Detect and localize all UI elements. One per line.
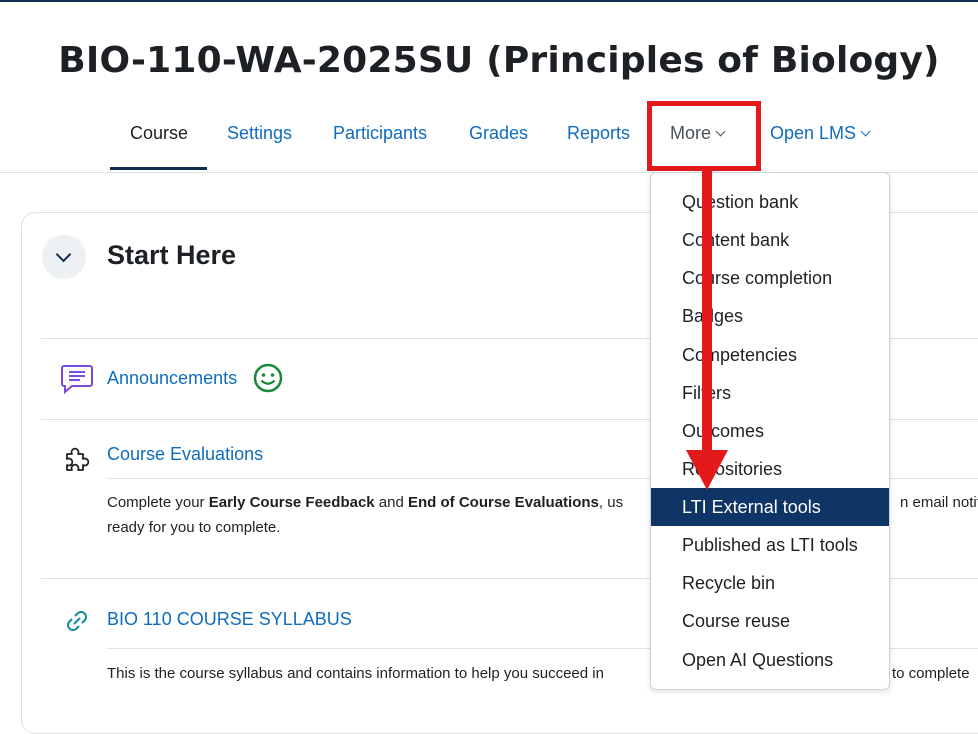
menu-item-content-bank[interactable]: Content bank <box>651 221 889 259</box>
menu-item-course-completion[interactable]: Course completion <box>651 259 889 297</box>
desc-bold-text: End of Course Evaluations <box>408 494 599 511</box>
syllabus-description-right: to complete <box>892 665 970 682</box>
menu-item-open-ai-questions[interactable]: Open AI Questions <box>651 641 889 679</box>
menu-item-published-as-lti-tools[interactable]: Published as LTI tools <box>651 526 889 564</box>
menu-item-outcomes[interactable]: Outcomes <box>651 412 889 450</box>
tab-grades[interactable]: Grades <box>449 100 548 170</box>
syllabus-link[interactable]: BIO 110 COURSE SYLLABUS <box>107 609 352 630</box>
section-title: Start Here <box>107 240 237 270</box>
tab-settings[interactable]: Settings <box>207 100 312 170</box>
smiley-completion-icon[interactable] <box>253 363 283 393</box>
more-dropdown-menu: Question bank Content bank Course comple… <box>650 172 890 690</box>
puzzle-piece-icon <box>66 447 90 471</box>
desc-text: and <box>374 494 409 511</box>
tab-reports-label: Reports <box>567 123 631 143</box>
announcements-link[interactable]: Announcements <box>107 368 237 389</box>
top-border <box>0 0 978 2</box>
tab-participants-label: Participants <box>333 123 428 143</box>
course-evaluations-description-right: n email notif <box>900 494 978 511</box>
menu-item-question-bank[interactable]: Question bank <box>651 183 889 221</box>
forum-icon <box>61 365 93 395</box>
collapse-section-button[interactable] <box>42 235 86 279</box>
menu-item-repositories[interactable]: Repositories <box>651 450 889 488</box>
menu-item-recycle-bin[interactable]: Recycle bin <box>651 564 889 602</box>
tab-open-lms[interactable]: Open LMS <box>750 100 889 170</box>
desc-bold-text: Early Course Feedback <box>208 494 375 511</box>
tab-settings-label: Settings <box>227 123 293 143</box>
course-evaluations-link[interactable]: Course Evaluations <box>107 444 263 465</box>
tab-reports[interactable]: Reports <box>547 100 650 170</box>
tab-open-lms-label: Open LMS <box>770 123 857 143</box>
desc-text: Complete your <box>107 494 209 511</box>
menu-item-lti-external-tools[interactable]: LTI External tools <box>651 488 889 526</box>
menu-item-course-reuse[interactable]: Course reuse <box>651 602 889 640</box>
course-evaluations-description: Complete your Early Course Feedback and … <box>107 490 623 515</box>
more-highlight-box <box>647 101 761 171</box>
syllabus-description: This is the course syllabus and contains… <box>107 665 604 682</box>
course-nav: Course Settings Participants Grades Repo… <box>0 100 978 173</box>
course-evaluations-description-line2: ready for you to complete. <box>107 519 281 536</box>
link-icon <box>67 611 87 631</box>
menu-item-competencies[interactable]: Competencies <box>651 336 889 374</box>
page-title: BIO-110-WA-2025SU (Principles of Biology… <box>58 40 940 81</box>
tab-course-label: Course <box>130 123 189 143</box>
chevron-down-icon <box>860 126 871 137</box>
chevron-down-icon <box>55 246 72 263</box>
desc-text: , us <box>598 494 624 511</box>
tab-participants[interactable]: Participants <box>313 100 447 170</box>
menu-item-filters[interactable]: Filters <box>651 374 889 412</box>
menu-item-badges[interactable]: Badges <box>651 297 889 335</box>
tab-grades-label: Grades <box>469 123 529 143</box>
tab-course[interactable]: Course <box>110 100 207 170</box>
